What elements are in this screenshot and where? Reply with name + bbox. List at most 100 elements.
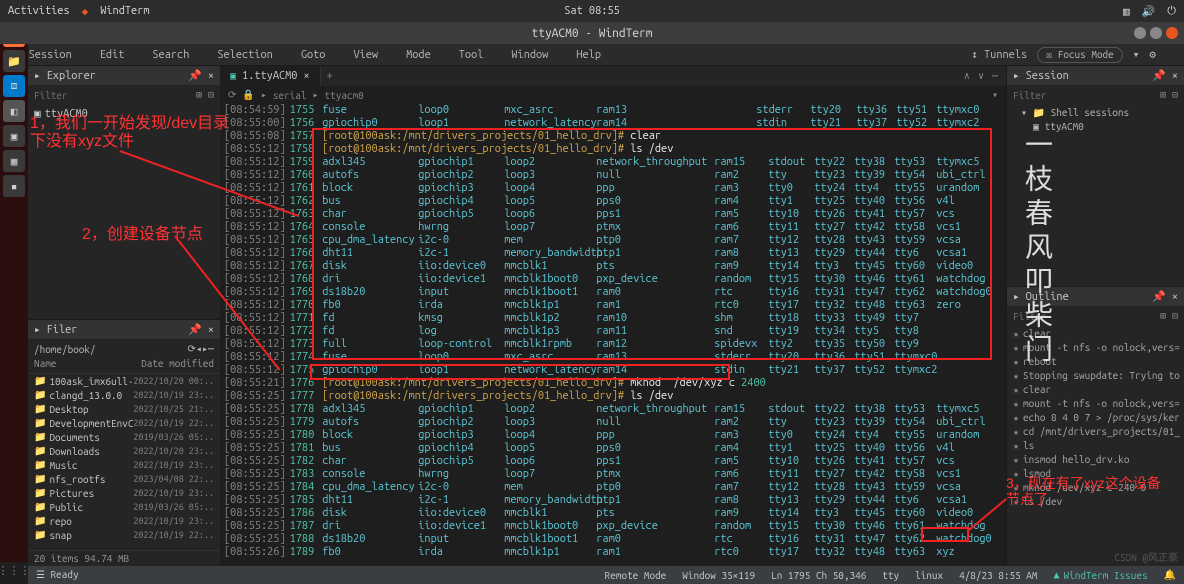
- menu-goto[interactable]: Goto: [301, 49, 326, 61]
- expand-icon[interactable]: ⊞: [1160, 89, 1166, 101]
- clock[interactable]: Sat 08:55: [564, 5, 619, 17]
- status-window[interactable]: Window 35×119: [682, 570, 755, 581]
- file-row[interactable]: 📁Downloads2022/10/20 23:..: [28, 444, 220, 458]
- menu-view[interactable]: View: [353, 49, 378, 61]
- dropdown-icon[interactable]: ▾: [1133, 48, 1140, 61]
- minimize-button[interactable]: [1134, 27, 1146, 39]
- refresh-icon[interactable]: ⟳: [228, 89, 236, 101]
- file-row[interactable]: 📁Pictures2022/10/19 23:..: [28, 486, 220, 500]
- tab-menu[interactable]: ⋯: [992, 70, 998, 82]
- session-filter[interactable]: [1013, 90, 1154, 101]
- menu-edit[interactable]: Edit: [100, 49, 125, 61]
- outline-item[interactable]: ★cd /mnt/drivers_projects/01_hello_: [1011, 425, 1180, 439]
- tunnels-button[interactable]: ↕ Tunnels: [971, 48, 1027, 61]
- status-pos[interactable]: Ln 1795 Ch 50,346: [771, 570, 866, 581]
- lock-icon[interactable]: 🔒: [242, 89, 254, 101]
- caret-icon[interactable]: ▸: [34, 69, 41, 82]
- close-icon[interactable]: ×: [208, 324, 214, 336]
- dock-app[interactable]: ▦: [3, 150, 25, 172]
- status-os[interactable]: linux: [915, 570, 943, 581]
- status-tty[interactable]: tty: [882, 570, 899, 581]
- expand-icon[interactable]: ⊞: [196, 89, 202, 101]
- new-tab-button[interactable]: +: [321, 70, 339, 82]
- maximize-button[interactable]: [1150, 27, 1162, 39]
- app-indicator[interactable]: WindTerm: [100, 5, 149, 17]
- network-icon[interactable]: ▥: [1123, 5, 1130, 18]
- file-row[interactable]: 📁DevelopmentEnvConf2022/10/19 22:..: [28, 416, 220, 430]
- tab-ttyacm0[interactable]: ▣1.ttyACM0×: [220, 66, 321, 86]
- file-row[interactable]: 📁repo2022/10/19 23:..: [28, 514, 220, 528]
- folder-icon: 📁: [34, 459, 46, 471]
- pin-icon[interactable]: 📌: [1152, 290, 1166, 303]
- close-icon[interactable]: ×: [1172, 291, 1178, 303]
- dock-vscode[interactable]: ⧈: [3, 75, 25, 97]
- tab-close-icon[interactable]: ×: [303, 70, 309, 82]
- dock-app2[interactable]: ▪: [3, 175, 25, 197]
- outline-item[interactable]: ★echo 8 4 0 7 > /proc/sys/kernel/pr: [1011, 411, 1180, 425]
- focus-mode-button[interactable]: ☒ Focus Mode: [1037, 47, 1123, 63]
- outline-item[interactable]: ★ls: [1011, 439, 1180, 453]
- more-icon[interactable]: ⋯: [208, 343, 214, 355]
- menu-mode[interactable]: Mode: [406, 49, 431, 61]
- folder-icon: 📁: [34, 375, 46, 387]
- file-row[interactable]: 📁clangd_13.0.02022/10/19 23:..: [28, 388, 220, 402]
- outline-item[interactable]: ★mount -t nfs -o nolock,vers=3 192.: [1011, 397, 1180, 411]
- explorer-filter[interactable]: [34, 90, 190, 101]
- tab-nav-up[interactable]: ∧: [964, 70, 970, 82]
- outline-item[interactable]: ★lsmod: [1011, 467, 1180, 481]
- os-topbar: Activities◆WindTerm Sat 08:55 ▥🔊⏻: [0, 0, 1184, 22]
- dock-windterm[interactable]: ◧: [3, 100, 25, 122]
- status-bell-icon[interactable]: 🔔: [1164, 569, 1176, 581]
- window-titlebar: ttyACM0 - WindTerm: [0, 22, 1184, 44]
- file-row[interactable]: 📁nfs_rootfs2023/04/08 22:..: [28, 472, 220, 486]
- outline-item[interactable]: ★mknod /dev/xyz c 240 0: [1011, 481, 1180, 495]
- status-remote[interactable]: Remote Mode: [605, 570, 667, 581]
- file-row[interactable]: 📁Documents2019/03/26 05:..: [28, 430, 220, 444]
- session-group[interactable]: ▾ 📁 Shell sessions: [1013, 106, 1178, 120]
- col-date[interactable]: Date modified: [141, 358, 214, 373]
- status-issues[interactable]: ▲ WindTerm Issues: [1054, 569, 1148, 581]
- settings-icon[interactable]: ⚙: [1149, 48, 1156, 61]
- file-row[interactable]: 📁Desktop2022/10/25 21:..: [28, 402, 220, 416]
- outline-item[interactable]: ★ls /dev: [1011, 495, 1180, 509]
- terminal-output[interactable]: [08:54:59]1755fuseloop0mxc_asrcram13stde…: [220, 104, 1006, 566]
- session-header: ▸Session📌×: [1007, 66, 1184, 86]
- collapse-icon[interactable]: ⊟: [208, 89, 214, 101]
- menu-selection[interactable]: Selection: [217, 49, 272, 61]
- file-row[interactable]: 📁Music2022/10/19 23:..: [28, 458, 220, 472]
- pin-icon[interactable]: 📌: [188, 323, 202, 336]
- dock-files[interactable]: 📁: [3, 50, 25, 72]
- sound-icon[interactable]: 🔊: [1142, 5, 1156, 18]
- menu-tool[interactable]: Tool: [459, 49, 484, 61]
- outline-item[interactable]: ★insmod hello_drv.ko: [1011, 453, 1180, 467]
- menu-session[interactable]: Session: [29, 49, 72, 61]
- explorer-item[interactable]: ▣ttyACM0: [32, 106, 216, 121]
- pin-icon[interactable]: 📌: [188, 69, 202, 82]
- menu-help[interactable]: Help: [576, 49, 601, 61]
- close-icon[interactable]: ×: [208, 70, 214, 82]
- outline-item[interactable]: ★Stopping swupdate: Trying to conne: [1011, 369, 1180, 383]
- explorer-header: ▸ Explorer 📌×: [28, 66, 220, 86]
- menu-window[interactable]: Window: [511, 49, 548, 61]
- menu-search[interactable]: Search: [152, 49, 189, 61]
- dropdown-icon[interactable]: ▾: [992, 89, 998, 101]
- file-row[interactable]: 📁Public2019/03/26 05:..: [28, 500, 220, 514]
- apps-grid-icon[interactable]: ⋮⋮⋮: [4, 560, 24, 580]
- close-icon[interactable]: ×: [1172, 70, 1178, 82]
- col-name[interactable]: Name: [34, 358, 141, 373]
- status-ready: ☰ Ready: [36, 569, 79, 581]
- file-row[interactable]: 📁snap2022/10/19 22:..: [28, 528, 220, 542]
- collapse-icon[interactable]: ⊟: [1172, 89, 1178, 101]
- activities-button[interactable]: Activities: [8, 5, 70, 17]
- outline-item[interactable]: ★clear: [1011, 383, 1180, 397]
- refresh-icon[interactable]: ⟳: [188, 343, 196, 355]
- tab-nav-down[interactable]: ∨: [978, 70, 984, 82]
- file-row[interactable]: 📁100ask_imx6ull-sdk2022/10/20 00:..: [28, 374, 220, 388]
- pin-icon[interactable]: 📌: [1152, 69, 1166, 82]
- power-icon[interactable]: ⏻: [1167, 5, 1176, 18]
- dock-terminal[interactable]: ▣: [3, 125, 25, 147]
- close-button[interactable]: [1166, 27, 1178, 39]
- star-icon: ★: [1013, 440, 1019, 452]
- star-icon: ★: [1013, 496, 1019, 508]
- filer-path[interactable]: /home/book/: [34, 344, 188, 355]
